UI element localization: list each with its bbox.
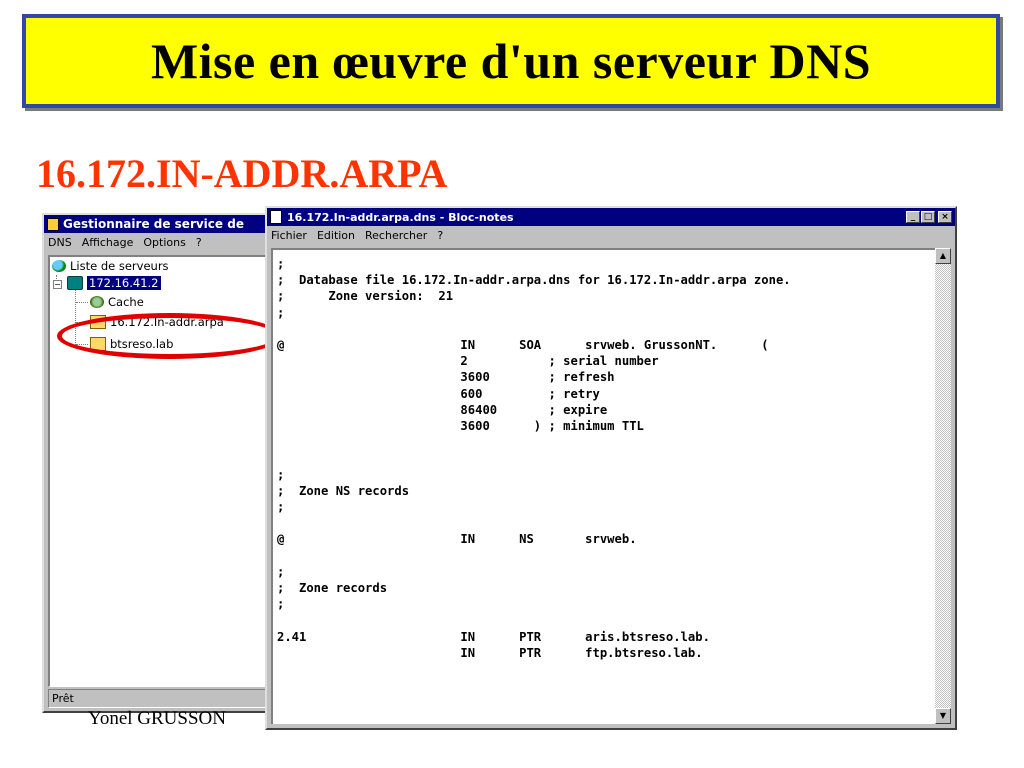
text-line: 3600 ) ; minimum TTL <box>460 419 644 434</box>
minimize-button[interactable]: _ <box>906 211 920 223</box>
close-button[interactable]: × <box>938 211 952 223</box>
dns-manager-window: Gestionnaire de service de DNS Affichage… <box>42 213 272 713</box>
text-line: ; <box>277 257 285 271</box>
server-icon <box>67 276 83 290</box>
highlight-annotation <box>57 313 282 359</box>
notepad-icon <box>270 210 282 224</box>
menu-fichier[interactable]: Fichier <box>271 229 307 242</box>
text-line: ; <box>277 467 285 482</box>
collapse-icon[interactable]: − <box>53 280 62 289</box>
cache-icon <box>90 296 104 308</box>
text-line: IN PTR ftp.btsreso.lab. <box>460 645 703 660</box>
maximize-button[interactable]: □ <box>921 211 935 223</box>
menu-rechercher[interactable]: Rechercher <box>365 229 427 242</box>
notepad-text-area[interactable]: ; ; Database file 16.172.In-addr.arpa.dn… <box>271 248 935 724</box>
tree-item-server[interactable]: 172.16.41.2 <box>67 276 161 290</box>
text-line: ; <box>277 564 285 579</box>
menu-affichage[interactable]: Affichage <box>82 236 134 249</box>
text-line: ; <box>277 597 285 612</box>
text-line: ; Zone records <box>277 581 388 596</box>
text-line: @ IN NS srvweb. <box>277 532 637 547</box>
slide-title: Mise en œuvre d'un serveur DNS <box>150 33 872 89</box>
text-line: ; <box>277 500 285 515</box>
notepad-title: 16.172.In-addr.arpa.dns - Bloc-notes <box>287 210 514 224</box>
dns-manager-title: Gestionnaire de service de <box>63 217 244 231</box>
text-line: ; Zone NS records <box>277 483 410 498</box>
notepad-titlebar[interactable]: 16.172.In-addr.arpa.dns - Bloc-notes _ □… <box>267 208 955 226</box>
menu-dns[interactable]: DNS <box>48 236 72 249</box>
dns-manager-titlebar[interactable]: Gestionnaire de service de <box>44 215 270 233</box>
notepad-window: 16.172.In-addr.arpa.dns - Bloc-notes _ □… <box>265 206 957 730</box>
text-line: ; Zone version: 21 <box>277 289 454 304</box>
text-line: 2.41 IN PTR aris.btsreso.lab. <box>277 629 710 644</box>
text-line: @ IN SOA srvweb. GrussonNT. ( <box>277 338 769 353</box>
dns-manager-menubar: DNS Affichage Options ? <box>44 233 270 251</box>
tree-label-server: 172.16.41.2 <box>87 276 161 290</box>
tree-label-server-list: Liste de serveurs <box>70 259 169 273</box>
tree-label-cache: Cache <box>108 295 144 309</box>
text-line: 600 ; retry <box>460 386 600 401</box>
slide-author: Yonel GRUSSON <box>88 708 226 729</box>
text-line: 3600 ; refresh <box>460 370 615 385</box>
menu-help[interactable]: ? <box>437 229 443 242</box>
scroll-up-icon[interactable]: ▲ <box>935 248 951 264</box>
dns-app-icon <box>47 217 59 231</box>
status-text: Prêt <box>52 692 74 705</box>
menu-edition[interactable]: Edition <box>317 229 355 242</box>
menu-options[interactable]: Options <box>143 236 185 249</box>
slide-title-banner: Mise en œuvre d'un serveur DNS <box>22 14 1000 108</box>
tree-item-server-list[interactable]: Liste de serveurs <box>52 259 169 273</box>
vertical-scrollbar[interactable]: ▲ ▼ <box>935 248 951 724</box>
scroll-down-icon[interactable]: ▼ <box>935 708 951 724</box>
tree-item-cache[interactable]: Cache <box>90 295 144 309</box>
text-line: ; <box>277 305 285 320</box>
notepad-menubar: Fichier Edition Rechercher ? <box>267 226 955 244</box>
text-line: 86400 ; expire <box>460 402 608 417</box>
text-line: ; Database file 16.172.In-addr.arpa.dns … <box>277 273 791 288</box>
slide-subtitle: 16.172.IN-ADDR.ARPA <box>36 151 448 196</box>
menu-help[interactable]: ? <box>196 236 202 249</box>
globe-icon <box>52 260 66 272</box>
dns-status-bar: Prêt <box>48 689 266 708</box>
text-line: 2 ; serial number <box>460 354 659 369</box>
